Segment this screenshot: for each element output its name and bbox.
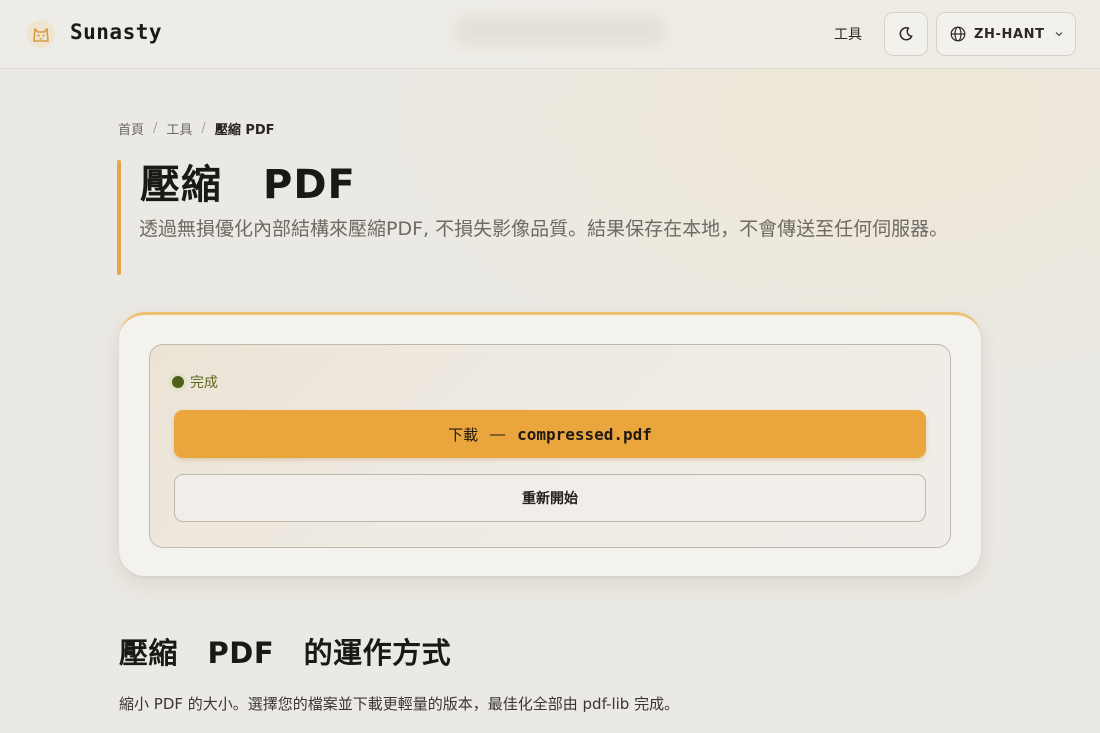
download-label: 下載: [448, 426, 479, 444]
sunasty-logo-icon[interactable]: [26, 19, 56, 49]
status-label: 完成: [190, 375, 218, 391]
language-select-button[interactable]: ZH-HANT: [936, 12, 1076, 56]
download-filename: compressed.pdf: [517, 424, 652, 444]
title-accent-bar: [117, 160, 121, 275]
page-subtitle: 透過無損優化內部結構來壓縮PDF, 不損失影像品質。結果保存在本地，不會傳送至任…: [139, 218, 949, 240]
moon-icon: [899, 27, 913, 41]
page-title: 壓縮 PDF: [140, 162, 356, 208]
top-header: Sunasty 工具 ZH-HANT: [0, 0, 1100, 69]
brand-name[interactable]: Sunasty: [70, 20, 162, 44]
breadcrumb-separator: /: [201, 121, 206, 136]
breadcrumb-home[interactable]: 首頁: [118, 119, 144, 138]
breadcrumb: 首頁 / 工具 / 壓縮 PDF: [118, 119, 275, 138]
breadcrumb-tools[interactable]: 工具: [166, 119, 192, 138]
download-dash: —: [490, 425, 506, 443]
how-it-works-text: 縮小 PDF 的大小。選擇您的檔案並下載更輕量的版本，最佳化全部由 pdf-li…: [119, 695, 680, 713]
theme-toggle-button[interactable]: [884, 12, 928, 56]
chevron-down-icon: [1055, 32, 1063, 37]
restart-button[interactable]: 重新開始: [174, 474, 926, 522]
status-indicator: 完成: [172, 372, 218, 392]
blurred-search-pill: [455, 16, 665, 46]
tool-card: 完成 下載 — compressed.pdf 重新開始: [119, 312, 981, 576]
result-panel: 完成 下載 — compressed.pdf 重新開始: [149, 344, 951, 548]
how-it-works-title: 壓縮 PDF 的運作方式: [119, 636, 452, 670]
nav-tools-link[interactable]: 工具: [834, 24, 862, 44]
download-button[interactable]: 下載 — compressed.pdf: [174, 410, 926, 458]
globe-icon: [950, 26, 966, 42]
breadcrumb-separator: /: [153, 121, 158, 136]
breadcrumb-current: 壓縮 PDF: [214, 123, 275, 138]
language-label: ZH-HANT: [974, 26, 1045, 42]
status-dot-icon: [172, 376, 184, 388]
